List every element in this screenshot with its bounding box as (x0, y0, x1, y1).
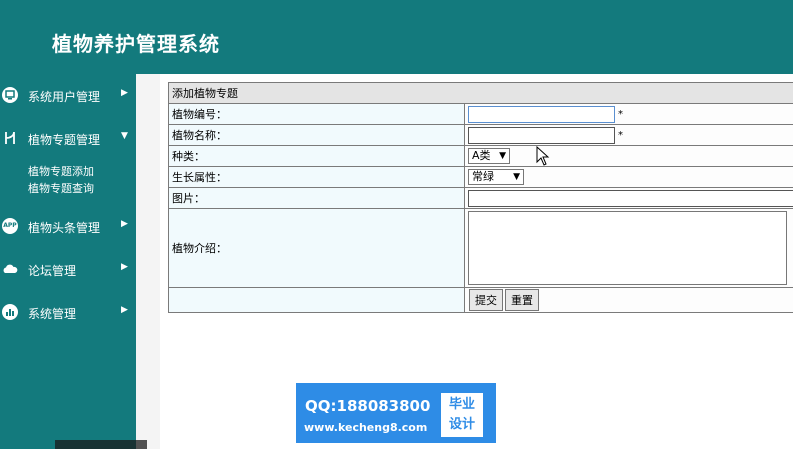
form-actions-row: 提交 重置 (168, 287, 793, 313)
watermark-site: www.kecheng8.com (304, 421, 428, 434)
required-mark: * (618, 129, 623, 141)
intro-textarea[interactable] (468, 211, 787, 285)
plant-name-label: 植物名称： (168, 124, 465, 146)
dropdown-arrow-icon: ▼ (513, 172, 520, 182)
plant-name-input[interactable] (468, 126, 615, 144)
sidebar-item-system-users[interactable]: 系统用户管理 ▶ (0, 82, 136, 108)
app-title: 植物养护管理系统 (52, 32, 220, 56)
chevron-right-icon: ▶ (121, 88, 128, 98)
sidebar-item-forum[interactable]: 论坛管理 ▶ (0, 256, 136, 282)
growth-select-value: 常绿 (472, 170, 494, 183)
monitor-icon (2, 87, 18, 103)
watermark-banner: QQ:188083800 www.kecheng8.com 毕业 设计 (296, 383, 496, 443)
category-label: 种类： (168, 145, 465, 167)
badge-line: 毕业 (448, 397, 475, 412)
intro-label: 植物介绍： (168, 208, 465, 288)
watermark-badge: 毕业 设计 (441, 393, 483, 437)
chevron-down-icon: ▼ (121, 131, 128, 141)
app-icon: APP (2, 218, 18, 234)
chevron-right-icon: ▶ (121, 305, 128, 315)
sidebar-item-plant-headlines[interactable]: APP 植物头条管理 ▶ (0, 213, 136, 239)
sidebar-item-system-admin[interactable]: 系统管理 ▶ (0, 299, 136, 325)
image-label: 图片： (168, 187, 465, 209)
chevron-right-icon: ▶ (121, 219, 128, 229)
mouse-cursor-icon (536, 145, 550, 170)
image-input[interactable] (468, 189, 793, 207)
cloud-icon (2, 261, 18, 277)
sidebar: 系统用户管理 ▶ 植物专题管理 ▼ 植物专题添加 植物专题查询 APP 植物头条… (0, 74, 136, 449)
sidebar-item-label: 系统管理 (28, 307, 77, 321)
category-select[interactable]: A类 ▼ (468, 148, 510, 164)
sidebar-subitem-plant-topic-query[interactable]: 植物专题查询 (28, 180, 94, 196)
sidebar-subitem-plant-topic-add[interactable]: 植物专题添加 (28, 163, 94, 179)
growth-attribute-select[interactable]: 常绿 ▼ (468, 169, 524, 185)
sidebar-item-label: 系统用户管理 (28, 90, 101, 104)
sidebar-item-label: 论坛管理 (28, 264, 77, 278)
sidebar-item-label: 植物专题管理 (28, 133, 101, 147)
form-row: 植物介绍： (168, 208, 793, 288)
required-mark: * (618, 108, 623, 120)
form-row: 种类： A类 ▼ (168, 145, 793, 167)
chart-icon (2, 304, 18, 320)
form-title-row: 添加植物专题 (168, 82, 793, 104)
sidebar-item-label: 植物头条管理 (28, 221, 101, 235)
sidebar-item-plant-topics[interactable]: 植物专题管理 ▼ (0, 125, 136, 151)
badge-line: 设计 (448, 417, 475, 432)
chevron-right-icon: ▶ (121, 262, 128, 272)
branch-icon (2, 130, 18, 146)
add-plant-topic-form: 添加植物专题 植物编号： * 植物名称： * 种类： A类 ▼ 生长属性： 常绿 ▼… (168, 82, 793, 313)
category-select-value: A类 (472, 149, 491, 162)
plant-code-label: 植物编号： (168, 103, 465, 125)
form-row: 生长属性： 常绿 ▼ (168, 166, 793, 188)
watermark-qq: QQ:188083800 (305, 397, 431, 415)
form-title: 添加植物专题 (168, 82, 793, 104)
plant-code-input[interactable] (468, 105, 615, 123)
form-row: 图片： (168, 187, 793, 209)
reset-button[interactable]: 重置 (505, 289, 539, 311)
form-row: 植物编号： * (168, 103, 793, 125)
form-row: 植物名称： * (168, 124, 793, 146)
top-header: 植物养护管理系统 (0, 0, 793, 74)
dropdown-arrow-icon: ▼ (499, 151, 506, 161)
submit-button[interactable]: 提交 (469, 289, 503, 311)
growth-attribute-label: 生长属性： (168, 166, 465, 188)
bottom-fragment (55, 440, 147, 449)
